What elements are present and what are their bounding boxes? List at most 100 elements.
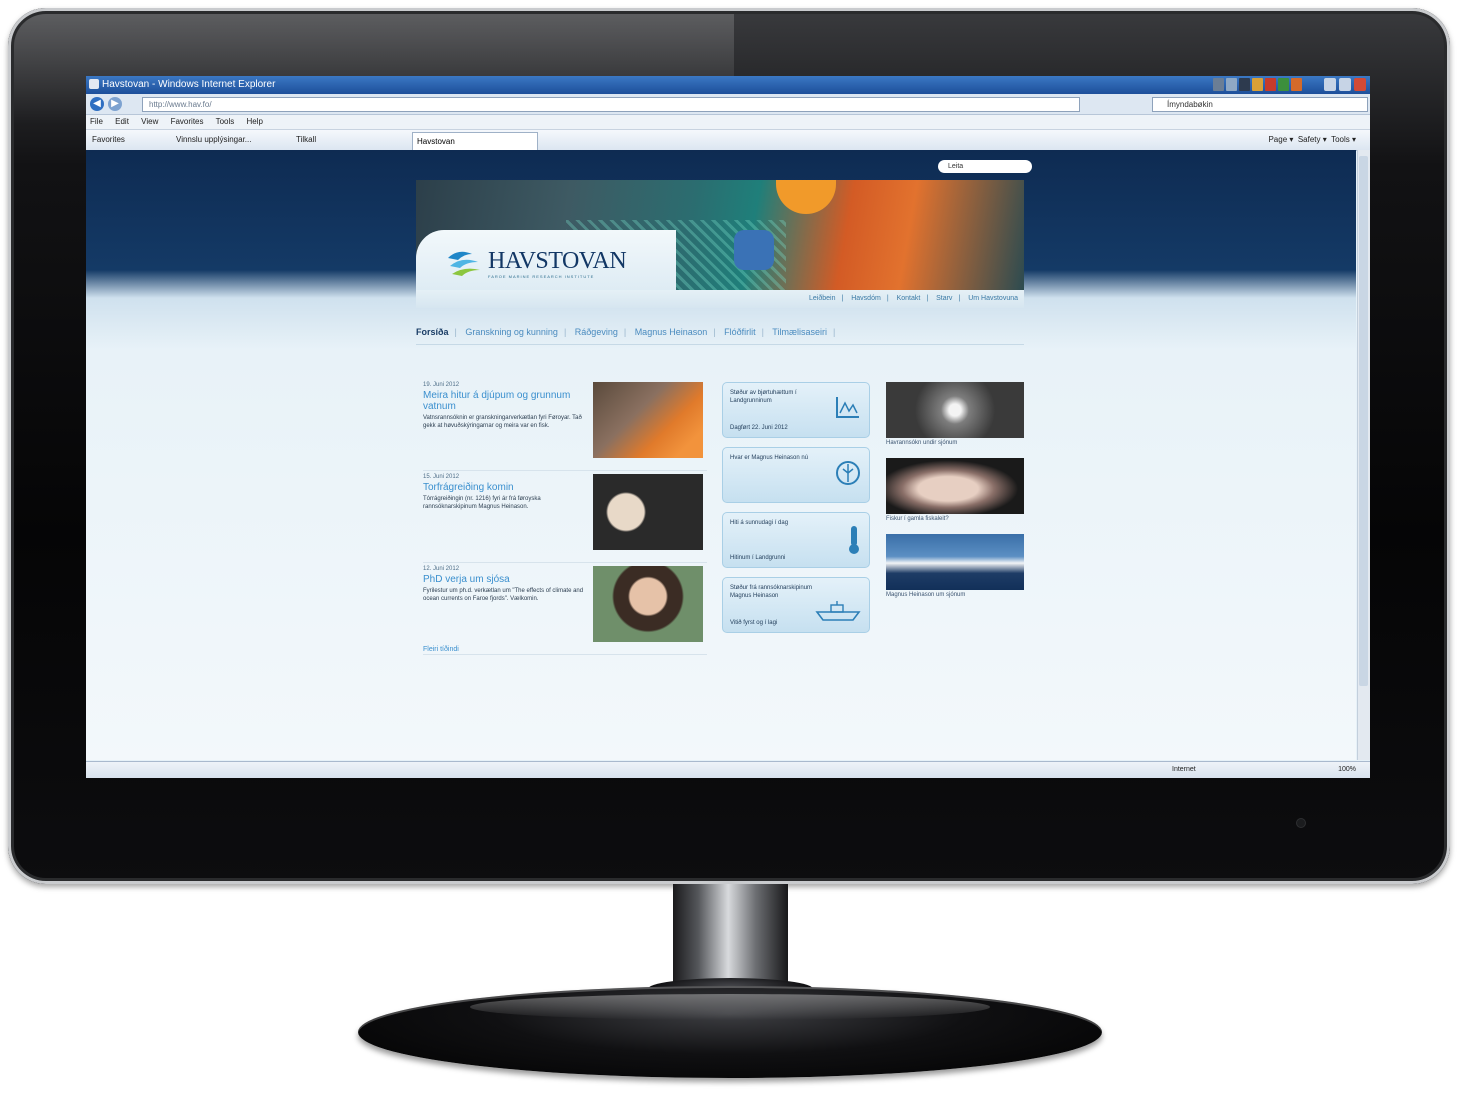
news-date: 19. Juni 2012: [423, 382, 460, 388]
nav-item[interactable]: Tilmælisaseiri: [772, 327, 827, 337]
ie-icon: [89, 79, 99, 89]
tool-label: Hiti á sunnudagi í dag: [730, 520, 789, 526]
browser-title: Havstovan - Windows Internet Explorer: [102, 79, 276, 90]
news-thumbnail[interactable]: [593, 474, 703, 550]
vertical-scrollbar[interactable]: [1357, 150, 1370, 760]
ship-icon: [815, 601, 861, 621]
gallery-image[interactable]: [886, 382, 1024, 438]
tray-icon[interactable]: [1291, 78, 1302, 91]
favorite-link[interactable]: Tilkall: [296, 130, 316, 150]
news-headline[interactable]: Meira hitur á djúpum og grunnum vatnum: [423, 390, 585, 412]
news-thumbnail[interactable]: [593, 382, 703, 458]
menu-help[interactable]: Help: [247, 117, 263, 126]
utility-link[interactable]: Starv: [936, 295, 952, 302]
news-headline[interactable]: PhD verja um sjósa: [423, 574, 585, 585]
image-gallery: Havrannsókn undir sjónum Fiskur í gamla …: [886, 382, 1026, 610]
tool-boxes: Støður av bjørtuhættum í Landgrunninum D…: [722, 382, 870, 642]
nav-item-home[interactable]: Forsíða: [416, 327, 449, 337]
utility-link[interactable]: Leiðbein: [809, 295, 835, 302]
nav-item[interactable]: Flóðfirlit: [724, 327, 756, 337]
tools-menu[interactable]: Tools ▾: [1331, 135, 1356, 144]
forward-button[interactable]: ▶: [108, 97, 122, 111]
gallery-image[interactable]: [886, 534, 1024, 590]
close-button[interactable]: [1354, 78, 1366, 91]
nav-item[interactable]: Granskning og kunning: [465, 327, 558, 337]
tool-subtitle: Vitið fyrst og í lagi: [730, 620, 778, 626]
favorite-link[interactable]: Vinnslu upplýsingar...: [176, 130, 251, 150]
menu-view[interactable]: View: [141, 117, 158, 126]
back-button[interactable]: ◀: [90, 97, 104, 111]
url-input[interactable]: http://www.hav.fo/: [142, 97, 1080, 112]
tray-icon[interactable]: [1252, 78, 1263, 91]
tool-label: Hvar er Magnus Heinason nú: [730, 455, 809, 461]
browser-title-bar: Havstovan - Windows Internet Explorer: [86, 76, 1370, 94]
news-thumbnail[interactable]: [593, 566, 703, 642]
chart-icon: [836, 397, 859, 418]
site-search-input[interactable]: Leita: [938, 160, 1032, 173]
news-list: 19. Juni 2012 Meira hitur á djúpum og gr…: [423, 382, 707, 658]
tray-icon[interactable]: [1226, 78, 1237, 91]
gallery-image[interactable]: [886, 458, 1024, 514]
logo-subtitle: FAROE MARINE RESEARCH INSTITUTE: [488, 274, 595, 279]
menu-file[interactable]: File: [90, 117, 103, 126]
utility-link[interactable]: Havsdóm: [851, 295, 881, 302]
tray-icon[interactable]: [1265, 78, 1276, 91]
utility-link[interactable]: Um Havstovuna: [968, 295, 1018, 302]
gallery-item[interactable]: Fiskur í gamla fiskaleit?: [886, 458, 1026, 530]
logo-text: HAVSTOVAN: [488, 248, 627, 274]
power-button[interactable]: [1296, 818, 1306, 828]
gallery-item[interactable]: Havrannsókn undir sjónum: [886, 382, 1026, 454]
tool-subtitle: Hitinum í Landgrunni: [730, 555, 786, 561]
news-body: Vatnsrannsóknin er granskningarverkætlan…: [423, 415, 582, 429]
favorites-button[interactable]: Favorites: [92, 130, 125, 150]
gallery-caption: Magnus Heinason um sjónum: [886, 592, 966, 598]
nav-item[interactable]: Ráðgeving: [575, 327, 618, 337]
monitor-base-gloss: [470, 994, 990, 1020]
address-bar: ◀ ▶ http://www.hav.fo/ Ímyndabøkin: [86, 94, 1370, 115]
news-body: Tórrágreiðingin (nr. 1216) fyri ár frá f…: [423, 496, 541, 510]
maximize-button[interactable]: [1339, 78, 1351, 91]
news-item[interactable]: 12. Juni 2012 PhD verja um sjósa Fyriles…: [423, 566, 707, 655]
gallery-item[interactable]: Magnus Heinason um sjónum: [886, 534, 1026, 606]
tool-label: Støður av bjørtuhættum í Landgrunninum: [730, 390, 797, 404]
browser-search-input[interactable]: Ímyndabøkin: [1152, 97, 1368, 112]
tab-label: Havstovan: [417, 137, 455, 146]
tool-box[interactable]: Hiti á sunnudagi í dag Hitinum í Landgru…: [722, 512, 870, 568]
tool-box[interactable]: Støður frá rannsóknarskipinum Magnus Hei…: [722, 577, 870, 633]
zoom-level[interactable]: 100%: [1338, 762, 1356, 778]
tray-icon[interactable]: [1278, 78, 1289, 91]
more-news-link[interactable]: Fleiri tíðindi: [423, 646, 459, 653]
tray-icon[interactable]: [1239, 78, 1250, 91]
tray-icon[interactable]: [1213, 78, 1224, 91]
wave-logo-icon: [448, 251, 480, 276]
news-item[interactable]: 19. Juni 2012 Meira hitur á djúpum og gr…: [423, 382, 707, 471]
menu-tools[interactable]: Tools: [216, 117, 235, 126]
nav-item[interactable]: Magnus Heinason: [635, 327, 708, 337]
gallery-caption: Fiskur í gamla fiskaleit?: [886, 516, 949, 522]
scrollbar-thumb[interactable]: [1359, 156, 1368, 686]
main-navigation: Forsíða | Granskning og kunning | Ráðgevin…: [416, 320, 1024, 345]
tool-box[interactable]: Hvar er Magnus Heinason nú: [722, 447, 870, 503]
menu-edit[interactable]: Edit: [115, 117, 129, 126]
tool-subtitle: Dagført 22. Juni 2012: [730, 425, 788, 431]
minimize-button[interactable]: [1324, 78, 1336, 91]
security-zone: Internet: [1172, 766, 1196, 773]
news-body: Fyrilestur um ph.d. verkætlan um "The ef…: [423, 588, 584, 602]
helmet: [776, 180, 836, 214]
browser-tab[interactable]: Havstovan: [412, 132, 538, 150]
thermometer-icon: [849, 526, 859, 554]
news-item[interactable]: 15. Juni 2012 Torfrágreiðing komin Tórrá…: [423, 474, 707, 563]
monitor-screen: Havstovan - Windows Internet Explorer ◀ …: [86, 76, 1370, 778]
web-page: Leita HAVSTOVAN FAROE MARINE RESEARCH IN…: [86, 150, 1356, 760]
command-bar: Page ▾ Safety ▾ Tools ▾: [1268, 130, 1356, 150]
tool-box[interactable]: Støður av bjørtuhættum í Landgrunninum D…: [722, 382, 870, 438]
glove: [734, 230, 774, 270]
menu-favorites[interactable]: Favorites: [171, 117, 204, 126]
page-menu[interactable]: Page ▾: [1268, 135, 1293, 144]
news-headline[interactable]: Torfrágreiðing komin: [423, 482, 585, 493]
safety-menu[interactable]: Safety ▾: [1298, 135, 1327, 144]
compass-icon: [836, 461, 860, 485]
menu-bar: File Edit View Favorites Tools Help: [86, 115, 1370, 130]
utility-link[interactable]: Kontakt: [897, 295, 921, 302]
news-date: 15. Juni 2012: [423, 474, 460, 480]
